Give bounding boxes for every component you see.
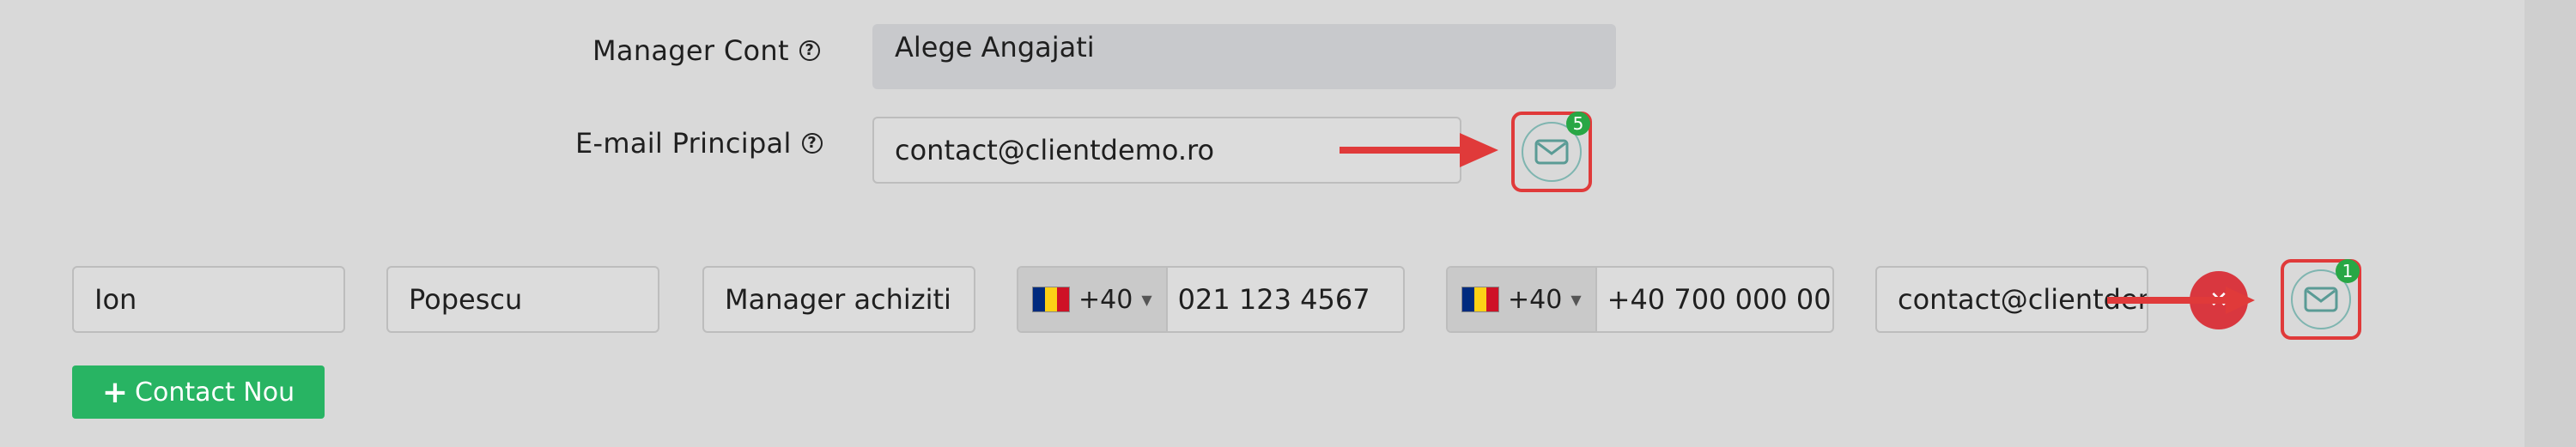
mail-icon bbox=[1534, 139, 1569, 165]
country-code-dropdown[interactable]: +40 ▼ bbox=[1448, 268, 1597, 331]
arrow-annotation bbox=[2107, 287, 2255, 314]
flag-ro-icon bbox=[1032, 287, 1070, 312]
add-contact-label: Contact Nou bbox=[135, 377, 295, 408]
manager-cont-value: Alege Angajati bbox=[895, 31, 1095, 63]
email-principal-label: E-mail Principal ? bbox=[575, 127, 823, 160]
mail-count-badge: 1 bbox=[2336, 259, 2360, 283]
mail-icon bbox=[2304, 287, 2338, 312]
plus-icon: + bbox=[101, 374, 129, 410]
first-name-value: Ion bbox=[94, 283, 137, 316]
mail-icon-circle: 5 bbox=[1522, 112, 1590, 182]
phone-input-2[interactable]: +40 ▼ +40 700 000 001 bbox=[1446, 266, 1834, 333]
chevron-down-icon: ▼ bbox=[1571, 291, 1582, 308]
first-name-input[interactable]: Ion bbox=[72, 266, 345, 333]
country-code-dropdown[interactable]: +40 ▼ bbox=[1018, 268, 1168, 331]
role-value: Manager achiziti bbox=[725, 283, 951, 316]
last-name-input[interactable]: Popescu bbox=[386, 266, 659, 333]
last-name-value: Popescu bbox=[409, 283, 523, 316]
contact-mail-button[interactable]: 1 bbox=[2281, 259, 2361, 340]
chevron-down-icon: ▼ bbox=[1141, 291, 1152, 308]
email-principal-value: contact@clientdemo.ro bbox=[895, 134, 1215, 166]
help-icon[interactable]: ? bbox=[801, 133, 823, 154]
manager-cont-select[interactable]: Alege Angajati bbox=[872, 24, 1616, 89]
phone-input-1[interactable]: +40 ▼ 021 123 4567 bbox=[1017, 266, 1405, 333]
mail-count-badge: 5 bbox=[1566, 112, 1590, 136]
phone-number-1: 021 123 4567 bbox=[1177, 283, 1370, 316]
email-principal-mail-button[interactable]: 5 bbox=[1511, 112, 1592, 192]
role-input[interactable]: Manager achiziti bbox=[702, 266, 975, 333]
add-contact-button[interactable]: + Contact Nou bbox=[72, 365, 325, 419]
country-code: +40 bbox=[1078, 284, 1133, 315]
arrow-annotation bbox=[1340, 133, 1498, 167]
phone-number-2: +40 700 000 001 bbox=[1607, 283, 1834, 316]
help-icon[interactable]: ? bbox=[799, 40, 820, 61]
manager-cont-label-text: Manager Cont bbox=[592, 34, 789, 67]
flag-ro-icon bbox=[1461, 287, 1499, 312]
country-code: +40 bbox=[1508, 284, 1563, 315]
manager-cont-label: Manager Cont ? bbox=[592, 34, 820, 67]
mail-icon-circle: 1 bbox=[2291, 259, 2360, 329]
email-principal-label-text: E-mail Principal bbox=[575, 127, 792, 160]
page-scrollbar[interactable] bbox=[2524, 0, 2576, 447]
